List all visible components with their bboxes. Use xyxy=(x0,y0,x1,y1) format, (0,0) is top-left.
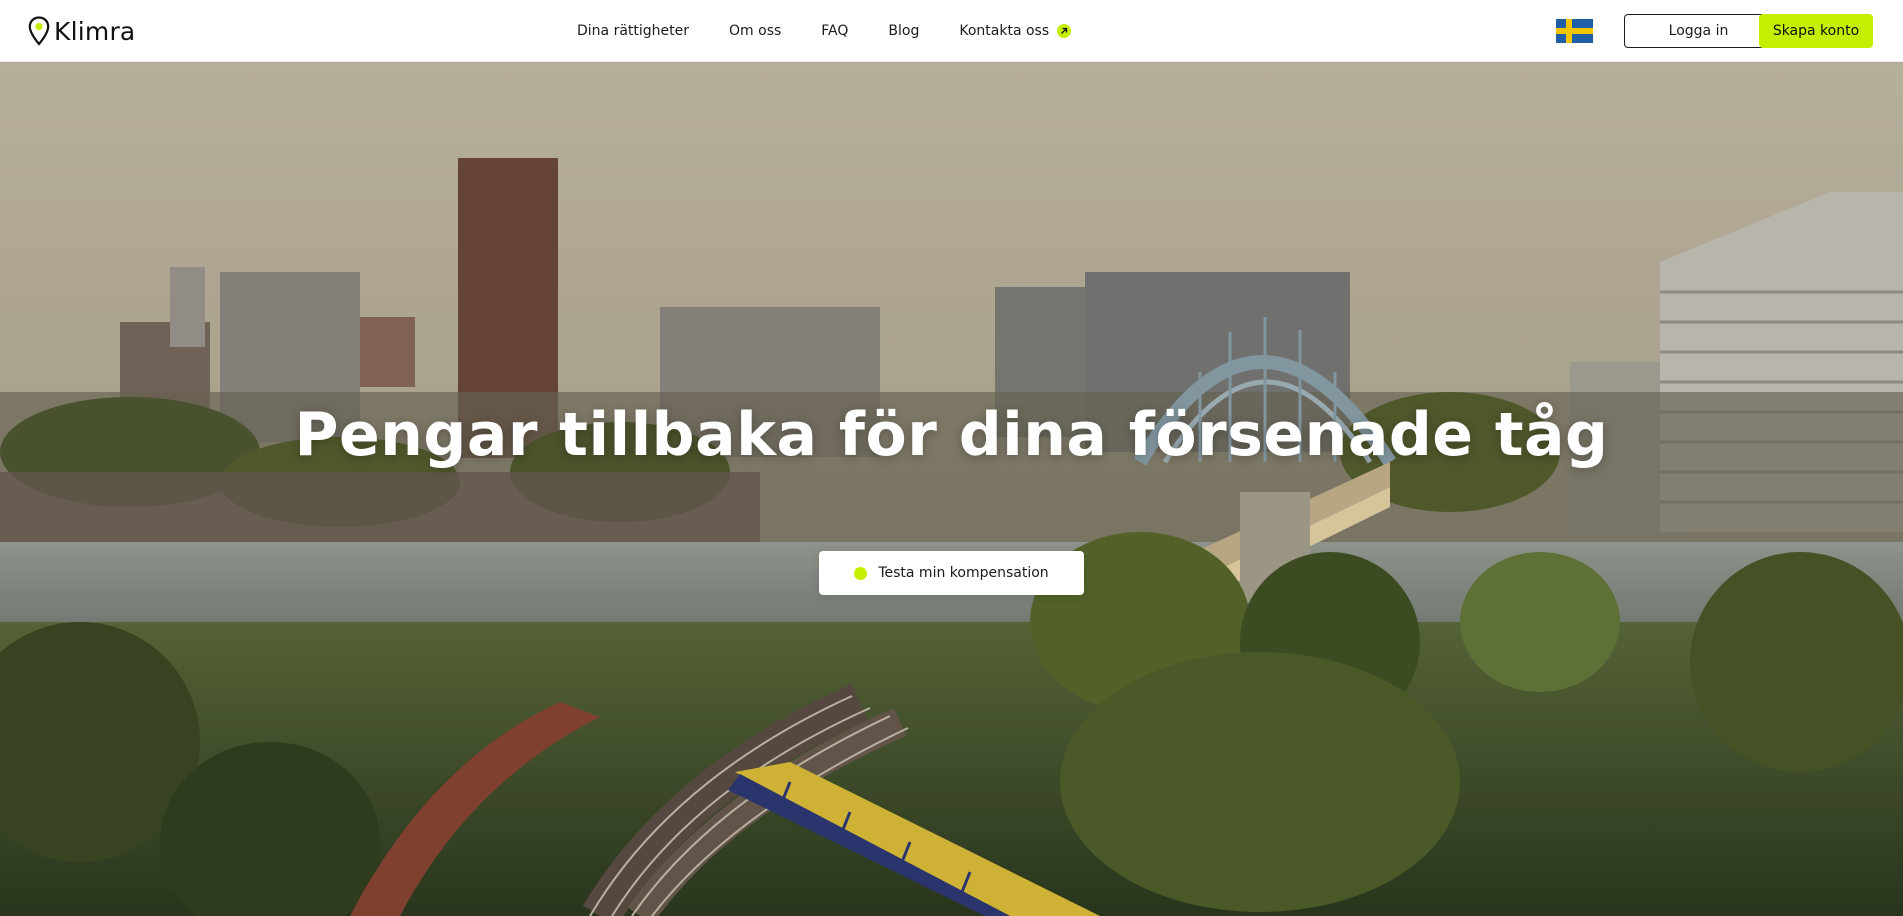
nav-link-about[interactable]: Om oss xyxy=(729,23,781,39)
test-compensation-button[interactable]: Testa min kompensation xyxy=(819,551,1084,595)
map-pin-icon xyxy=(28,16,50,46)
main-nav: Dina rättigheter Om oss FAQ Blog Kontakt… xyxy=(577,0,1111,62)
nav-link-label: Blog xyxy=(888,23,920,39)
hero-section: Pengar tillbaka för dina försenade tåg T… xyxy=(0,62,1903,916)
cta-label: Testa min kompensation xyxy=(878,565,1049,581)
arrow-up-right-icon xyxy=(1057,24,1072,38)
nav-link-contact[interactable]: Kontakta oss xyxy=(959,23,1072,39)
nav-link-label: Om oss xyxy=(729,23,782,39)
brand-logo[interactable]: Klimra xyxy=(28,14,135,48)
login-button[interactable]: Logga in xyxy=(1624,14,1773,48)
hero-title: Pengar tillbaka för dina försenade tåg xyxy=(294,400,1609,470)
hero-background-image xyxy=(0,62,1903,916)
nav-link-label: Kontakta oss xyxy=(959,23,1050,39)
signup-button[interactable]: Skapa konto xyxy=(1759,14,1873,48)
status-dot-icon xyxy=(854,566,868,580)
nav-link-rights[interactable]: Dina rättigheter xyxy=(577,23,689,39)
nav-link-faq[interactable]: FAQ xyxy=(821,23,848,39)
nav-link-blog[interactable]: Blog xyxy=(888,23,919,39)
top-navbar: Klimra Dina rättigheter Om oss FAQ Blog … xyxy=(0,0,1903,62)
sweden-flag-icon[interactable] xyxy=(1556,19,1593,43)
nav-link-label: FAQ xyxy=(821,23,849,39)
nav-link-label: Dina rättigheter xyxy=(577,23,690,39)
brand-name: Klimra xyxy=(54,16,136,46)
